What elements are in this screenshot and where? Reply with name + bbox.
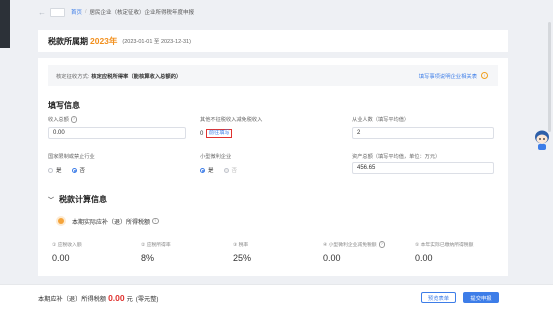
radio-circle-checked[interactable] [71, 167, 77, 173]
metric-value: 0.00 [52, 253, 70, 263]
bottom-action-bar: 本期应补（退）所得税额 0.00 元 (零元整) 预览表单 提交申报 [0, 284, 553, 311]
nontax-income-field: 0 前往填写 [200, 129, 233, 138]
breadcrumb-home-link[interactable]: 首页 [71, 8, 82, 16]
preview-form-button[interactable]: 预览表单 [421, 292, 456, 303]
metric-value: 25% [233, 253, 252, 263]
submit-declaration-button[interactable]: 提交申报 [463, 292, 499, 303]
tax-due-summary: 本期应补（退）所得税额 0.00 元 (零元整) [38, 293, 158, 303]
tax-due-amount: 0.00 [108, 293, 125, 303]
breadcrumb: ← 首页 / 居民企业（核定征收）企业所得税年度申报 [10, 0, 553, 24]
instructions-link[interactable]: 填写事项说明企业相关表 [419, 72, 477, 80]
metric-label: ④ 小型微利企业减免税额 [323, 243, 377, 248]
go-fill-link[interactable]: 前往填写 [206, 129, 233, 138]
nontax-income-label: 其他不征税收入减免税收入 [200, 117, 263, 123]
back-arrow-icon[interactable]: ← [38, 8, 46, 17]
levy-method-label: 核定征收方式: [56, 73, 90, 80]
main-form-card: 核定征收方式: 核定应税所得率（能核算收入总额的） 填写事项说明企业相关表 ! … [38, 58, 508, 276]
assistant-mascot-icon[interactable] [534, 129, 550, 151]
breadcrumb-current: 居民企业（核定征收）企业所得税年度申报 [89, 10, 195, 16]
side-nav-strip [0, 0, 10, 48]
radio-label: 否 [231, 168, 238, 174]
restricted-industry-label: 国家限制或禁止行业 [48, 154, 95, 160]
small-option-no: 否 [223, 166, 238, 174]
levy-method-value: 核定应税所得率（能核算收入总额的） [91, 73, 182, 80]
radio-circle-checked[interactable] [200, 167, 205, 173]
metric-value: 8% [141, 253, 155, 263]
question-icon[interactable]: ? [70, 116, 78, 123]
restricted-industry-radios: 是 否 [48, 166, 95, 174]
period-label: 税款所属期 [48, 36, 88, 46]
revenue-input[interactable]: 0.00 [48, 127, 186, 139]
metric-label: ③ 税率 [233, 243, 249, 248]
breadcrumb-separator: / [85, 9, 87, 15]
radio-label: 否 [79, 168, 86, 174]
metric-small-enterprise-relief: ④ 小型微利企业减免税额 ? 0.00 [323, 241, 413, 263]
restricted-option-yes[interactable]: 是 [48, 166, 62, 174]
actual-tax-subtitle: 本期实际应补（退）所得税额 ? [56, 216, 159, 226]
small-enterprise-radios: 是 否 [200, 166, 247, 174]
radio-circle-disabled [223, 167, 229, 173]
employees-label: 从业人数（填写平均值） [352, 117, 410, 123]
period-year: 2023年 [90, 36, 118, 46]
question-icon[interactable]: ? [378, 241, 386, 248]
section-title-tax-calc[interactable]: ﹀ 税款计算信息 [48, 194, 107, 205]
metric-taxable-rate: ② 应税所得率 8% [141, 241, 227, 263]
info-circle-icon[interactable]: ! [481, 72, 488, 79]
radio-circle[interactable] [48, 167, 53, 173]
coin-icon [56, 216, 66, 226]
metric-paid-tax: ⑤ 本年实际已缴纳所得税额 0.00 [415, 241, 505, 263]
page-scrollbar[interactable] [548, 22, 551, 132]
revenue-label: 收入总额 ? [48, 116, 78, 123]
total-assets-label: 资产总额（填写平均值，单位：万元） [352, 154, 441, 160]
metric-tax-rate: ③ 税率 25% [233, 241, 319, 263]
employees-input[interactable]: 2 [352, 127, 494, 139]
tax-calc-title-text: 税款计算信息 [59, 195, 108, 204]
chevron-down-icon[interactable]: ﹀ [48, 195, 54, 204]
section-title-fill-info: 填写信息 [48, 101, 80, 110]
metric-taxable-income: ① 应税收入额 0.00 [52, 241, 138, 263]
metric-value: 0.00 [415, 253, 433, 263]
home-tag[interactable] [50, 7, 65, 17]
radio-label: 是 [56, 168, 62, 174]
tax-due-capital: (零元整) [135, 296, 159, 303]
small-option-yes[interactable]: 是 [200, 166, 214, 174]
period-card: 税款所属期 2023年 (2023-01-01 至 2023-12-31) [38, 30, 508, 52]
metric-label: ① 应税收入额 [52, 243, 82, 248]
actual-tax-subtitle-text: 本期实际应补（退）所得税额 [72, 219, 151, 226]
metric-label-row: ④ 小型微利企业减免税额 ? [323, 241, 413, 248]
period-range: (2023-01-01 至 2023-12-31) [122, 39, 191, 45]
restricted-option-no[interactable]: 否 [71, 166, 86, 174]
tax-due-unit: 元 [126, 296, 133, 303]
nontax-income-value: 0 [200, 130, 204, 137]
revenue-label-text: 收入总额 [48, 117, 69, 123]
question-icon[interactable]: ? [152, 217, 159, 225]
radio-label: 是 [208, 168, 214, 174]
total-assets-input[interactable]: 456.65 [352, 162, 494, 174]
metric-value: 0.00 [323, 253, 341, 263]
small-enterprise-label: 小型微利企业 [200, 154, 232, 160]
levy-method-box: 核定征收方式: 核定应税所得率（能核算收入总额的） 填写事项说明企业相关表 ! [48, 65, 498, 86]
tax-due-label: 本期应补（退）所得税额 [38, 296, 107, 303]
metric-label: ⑤ 本年实际已缴纳所得税额 [415, 243, 474, 248]
metric-label: ② 应税所得率 [141, 243, 171, 248]
